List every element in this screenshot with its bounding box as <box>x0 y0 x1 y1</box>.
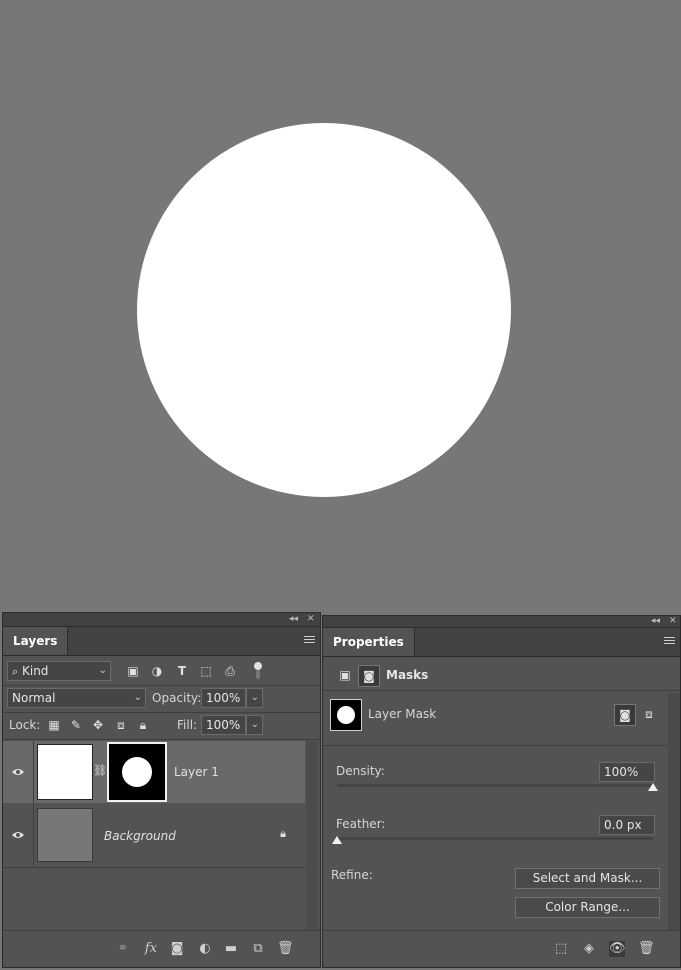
mask-name: Layer Mask <box>368 707 437 721</box>
properties-panel: ◂◂ ✕ Properties ▣ ◙ Masks Layer Mask ◙ ⧈… <box>322 615 681 968</box>
link-layers-icon[interactable]: ⚭ <box>115 941 131 957</box>
layer-thumbnail <box>37 744 93 800</box>
filter-kind-dropdown[interactable]: ⌕ Kind ⌄ <box>7 661 111 681</box>
pixel-filter-icon[interactable]: ▣ <box>125 663 141 679</box>
lock-label: Lock: <box>9 718 41 732</box>
close-icon[interactable]: ✕ <box>307 613 315 626</box>
chain-link-icon[interactable]: ⛓︎ <box>92 763 108 779</box>
chevron-down-icon: ⌄ <box>98 665 107 676</box>
density-label: Density: <box>336 764 385 778</box>
mask-thumbnail <box>330 699 362 731</box>
properties-tab-bar: Properties <box>323 628 680 657</box>
chevron-down-icon: ⌄ <box>250 692 259 703</box>
properties-bottom-bar: ⬚ ◈ 👁︎ 🗑︎ <box>323 930 680 967</box>
adjustment-filter-icon[interactable]: ◑ <box>149 663 165 679</box>
fill-label: Fill: <box>177 718 198 732</box>
lock-paint-icon[interactable]: ✎ <box>68 717 84 733</box>
trash-icon[interactable]: 🗑︎ <box>277 941 294 957</box>
blend-mode-dropdown[interactable]: Normal ⌄ <box>7 688 146 708</box>
eye-icon[interactable] <box>11 828 25 842</box>
close-icon[interactable]: ✕ <box>669 616 677 627</box>
layer-thumbnail <box>37 808 93 862</box>
lock-position-icon[interactable]: ✥ <box>90 717 106 733</box>
density-slider-track[interactable] <box>337 784 653 787</box>
trash-icon[interactable]: 🗑︎ <box>638 941 655 957</box>
collapse-icon[interactable]: ◂◂ <box>289 613 298 626</box>
layer-name[interactable]: Layer 1 <box>174 764 219 780</box>
group-folder-icon[interactable]: ▬ <box>223 941 239 957</box>
layer-row-layer-1[interactable]: ⛓︎ Layer 1 <box>3 741 305 803</box>
shape-filter-icon[interactable]: ⬚ <box>198 663 214 679</box>
eye-icon[interactable]: 👁︎ <box>609 941 626 957</box>
chevron-down-icon: ⌄ <box>133 692 142 703</box>
fill-dropdown[interactable]: ⌄ <box>246 715 263 735</box>
opacity-dropdown[interactable]: ⌄ <box>246 688 263 708</box>
filter-kind-label: Kind <box>22 664 49 678</box>
new-layer-icon[interactable]: ⧉ <box>250 941 266 957</box>
search-icon: ⌕ <box>12 665 19 678</box>
pixel-mask-icon: ▣ <box>339 668 351 682</box>
layers-tab-bar: Layers <box>3 627 320 656</box>
opacity-input[interactable]: 100% <box>201 688 246 708</box>
adjustment-layer-icon[interactable]: ◐ <box>197 941 213 957</box>
density-input[interactable]: 100% <box>599 762 655 782</box>
lock-transparent-icon[interactable]: ▦ <box>46 717 62 733</box>
pixel-mask-button-icon[interactable]: ◙ <box>614 704 636 726</box>
blend-mode-value: Normal <box>12 691 56 705</box>
collapse-icon[interactable]: ◂◂ <box>651 616 660 627</box>
panel-menu-icon[interactable] <box>304 636 315 645</box>
panel-menu-icon[interactable] <box>664 637 675 646</box>
feather-slider-thumb[interactable] <box>332 836 342 844</box>
layer-mask-icon: ◙ <box>358 665 380 687</box>
filter-toggle-icon[interactable] <box>250 661 266 685</box>
lock-icon: 🔒︎ <box>280 827 286 840</box>
select-and-mask-button[interactable]: Select and Mask... <box>515 868 660 889</box>
apply-mask-icon[interactable]: ◈ <box>581 941 597 957</box>
load-selection-icon[interactable]: ⬚ <box>553 941 569 957</box>
tab-properties[interactable]: Properties <box>323 628 415 656</box>
properties-scrollbar[interactable] <box>668 693 680 931</box>
layers-bottom-bar: ⚭ fx ◙ ◐ ▬ ⧉ 🗑︎ <box>3 930 320 967</box>
chevron-down-icon: ⌄ <box>250 719 259 730</box>
fill-input[interactable]: 100% <box>201 715 246 735</box>
refine-label: Refine: <box>331 868 373 882</box>
layer-row-background[interactable]: Background 🔒︎ <box>3 804 305 866</box>
fx-icon[interactable]: fx <box>143 941 159 957</box>
panel-top-strip: ◂◂ ✕ <box>3 613 320 627</box>
lock-all-icon[interactable]: 🔒︎ <box>135 717 151 733</box>
layers-scrollbar[interactable] <box>306 741 318 931</box>
section-title: Masks <box>386 668 429 682</box>
feather-slider-track[interactable] <box>337 837 653 840</box>
opacity-label: Opacity: <box>152 691 202 705</box>
color-range-button[interactable]: Color Range... <box>515 897 660 918</box>
layer-name[interactable]: Background <box>104 828 176 844</box>
smart-object-filter-icon[interactable]: ⎙ <box>222 663 238 679</box>
document-canvas[interactable] <box>0 0 681 612</box>
feather-input[interactable]: 0.0 px <box>599 815 655 835</box>
panel-top-strip: ◂◂ ✕ <box>323 616 680 628</box>
type-filter-icon[interactable]: T <box>174 663 190 679</box>
layers-panel: ◂◂ ✕ Layers ⌕ Kind ⌄ ▣ ◑ T ⬚ ⎙ Normal ⌄ … <box>2 612 321 968</box>
vector-mask-add-icon[interactable]: ⧈ <box>641 706 657 722</box>
white-circle-shape <box>137 123 511 497</box>
layer-mask-thumbnail[interactable] <box>107 742 167 802</box>
tab-layers[interactable]: Layers <box>3 627 69 655</box>
feather-label: Feather: <box>336 817 386 831</box>
lock-artboard-icon[interactable]: ⧈ <box>113 717 129 733</box>
add-mask-icon[interactable]: ◙ <box>169 941 185 957</box>
density-slider-thumb[interactable] <box>648 783 658 791</box>
eye-icon[interactable] <box>11 765 25 779</box>
